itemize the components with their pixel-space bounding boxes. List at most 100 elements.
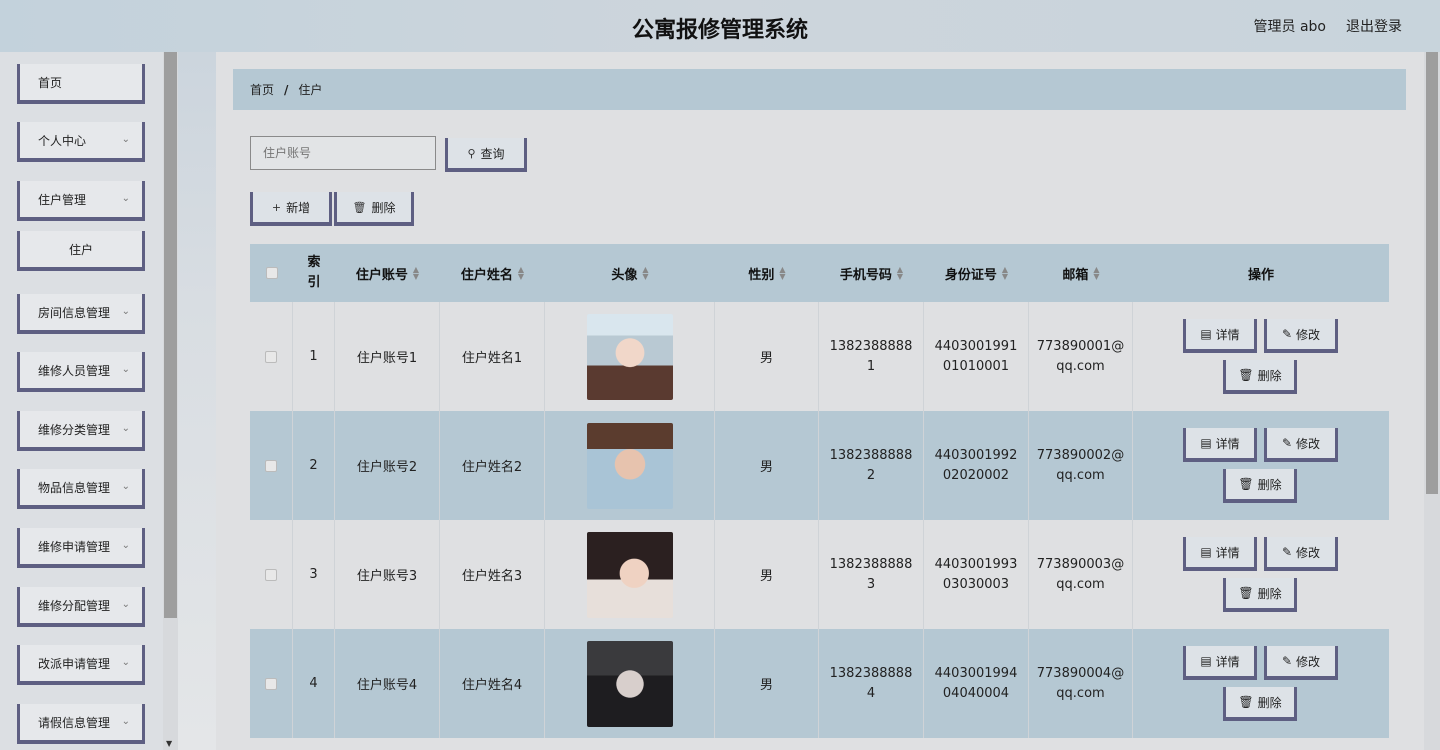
- sidebar-subitem-resident[interactable]: 住户: [17, 231, 145, 271]
- header-avatar[interactable]: 头像 ▲ ▼: [545, 244, 715, 302]
- sort-icon[interactable]: ▲ ▼: [1093, 266, 1099, 281]
- sidebar-item-label: 维修分配管理: [38, 598, 111, 613]
- row-id-card-cell: 440300199303030003: [924, 520, 1029, 629]
- sort-icon[interactable]: ▲ ▼: [413, 266, 419, 281]
- sidebar-item-reassign[interactable]: 改派申请管理 ⌄: [17, 645, 145, 685]
- row-name: 住户姓名2: [440, 411, 545, 520]
- sort-icon[interactable]: ▲ ▼: [518, 266, 524, 281]
- main-content: 首页 / 住户 ⚲ 查询 + 新增 🗑 删除 索引 住户账号 ▲▼ 住户姓名 ▲▼ …: [216, 52, 1424, 750]
- row-actions: ▤ 详情 ✎ 修改 🗑 删除: [1133, 629, 1389, 738]
- sidebar-item-home[interactable]: 首页: [17, 64, 145, 104]
- sort-icon[interactable]: ▲ ▼: [779, 266, 785, 281]
- header-phone-label: 手机号码: [839, 267, 892, 283]
- search-button[interactable]: ⚲ 查询: [445, 138, 527, 172]
- header-name[interactable]: 住户姓名 ▲ ▼: [440, 244, 545, 302]
- header-account[interactable]: 住户账号 ▲ ▼: [335, 244, 440, 302]
- scrollbar-thumb[interactable]: [1426, 52, 1438, 494]
- row-phone-cell: 13823888881: [819, 302, 924, 411]
- logout-link[interactable]: 退出登录: [1346, 16, 1402, 36]
- edit-button[interactable]: ✎ 修改: [1264, 646, 1338, 680]
- row-select: [250, 302, 293, 411]
- edit-button[interactable]: ✎ 修改: [1264, 428, 1338, 462]
- breadcrumb-home[interactable]: 首页: [250, 81, 274, 98]
- trash-icon: 🗑: [1238, 586, 1254, 600]
- pencil-icon: ✎: [1281, 327, 1293, 341]
- detail-label: 详情: [1215, 545, 1240, 560]
- detail-button[interactable]: ▤ 详情: [1183, 428, 1257, 462]
- row-delete-button[interactable]: 🗑 删除: [1223, 360, 1297, 394]
- table-row: 1 住户账号1 住户姓名1 男 13823888881 440300199101…: [250, 302, 1389, 411]
- header-gender[interactable]: 性别 ▲ ▼: [715, 244, 819, 302]
- sidebar-item-leave[interactable]: 请假信息管理 ⌄: [17, 704, 145, 744]
- sidebar-item-repair-assign[interactable]: 维修分配管理 ⌄: [17, 587, 145, 627]
- detail-button[interactable]: ▤ 详情: [1183, 319, 1257, 353]
- sidebar-item-rooms[interactable]: 房间信息管理 ⌄: [17, 294, 145, 334]
- batch-delete-button[interactable]: 🗑 删除: [334, 192, 414, 226]
- search-input[interactable]: [250, 136, 436, 170]
- row-name: 住户姓名4: [440, 629, 545, 738]
- avatar: [586, 313, 673, 400]
- document-icon: ▤: [1200, 654, 1212, 668]
- detail-button[interactable]: ▤ 详情: [1183, 646, 1257, 680]
- row-checkbox[interactable]: [265, 568, 277, 581]
- row-index: 3: [293, 520, 335, 629]
- header-id-card[interactable]: 身份证号 ▲ ▼: [924, 244, 1029, 302]
- scrollbar-thumb[interactable]: [164, 52, 177, 618]
- row-checkbox[interactable]: [265, 677, 277, 690]
- sort-icon[interactable]: ▲ ▼: [642, 266, 648, 281]
- delete-label: 删除: [1257, 477, 1282, 492]
- row-delete-button[interactable]: 🗑 删除: [1223, 578, 1297, 612]
- row-phone: 13823888883: [829, 556, 913, 592]
- sidebar-item-goods[interactable]: 物品信息管理 ⌄: [17, 469, 145, 509]
- sidebar-item-repair-category[interactable]: 维修分类管理 ⌄: [17, 411, 145, 451]
- chevron-down-icon: ⌄: [121, 599, 130, 610]
- row-actions: ▤ 详情 ✎ 修改 🗑 删除: [1133, 302, 1389, 411]
- row-avatar-cell: [545, 302, 715, 411]
- sidebar-item-label: 首页: [38, 75, 63, 90]
- page-scrollbar[interactable]: [1424, 52, 1440, 750]
- edit-button[interactable]: ✎ 修改: [1264, 319, 1338, 353]
- detail-button[interactable]: ▤ 详情: [1183, 537, 1257, 571]
- trash-icon: 🗑: [352, 200, 367, 214]
- sidebar-scrollbar[interactable]: ▼: [163, 52, 178, 750]
- sort-icon[interactable]: ▲ ▼: [897, 266, 903, 281]
- chevron-down-icon: ⌄: [121, 481, 130, 492]
- row-gender: 男: [715, 411, 819, 520]
- edit-button[interactable]: ✎ 修改: [1264, 537, 1338, 571]
- row-account: 住户账号3: [335, 520, 440, 629]
- document-icon: ▤: [1200, 436, 1212, 450]
- header-account-label: 住户账号: [355, 267, 408, 283]
- chevron-down-icon: ⌄: [121, 716, 130, 727]
- chevron-down-icon: ⌄: [121, 657, 130, 668]
- avatar: [586, 531, 673, 618]
- row-delete-button[interactable]: 🗑 删除: [1223, 687, 1297, 721]
- row-index: 4: [293, 629, 335, 738]
- row-checkbox[interactable]: [265, 350, 277, 363]
- header-email[interactable]: 邮箱 ▲ ▼: [1029, 244, 1133, 302]
- row-delete-button[interactable]: 🗑 删除: [1223, 469, 1297, 503]
- header-actions: 操作: [1133, 244, 1389, 302]
- header-index-label: 索引: [307, 255, 321, 290]
- chevron-down-icon: ⌄: [121, 193, 130, 204]
- row-action-group: ▤ 详情 ✎ 修改 🗑 删除: [1133, 520, 1389, 629]
- row-checkbox[interactable]: [265, 459, 277, 472]
- row-email-cell: 773890001@qq.com: [1029, 302, 1133, 411]
- sort-icon[interactable]: ▲ ▼: [1002, 266, 1008, 281]
- plus-icon: +: [271, 200, 282, 214]
- row-phone: 13823888884: [829, 665, 913, 701]
- select-all-checkbox[interactable]: [265, 267, 278, 279]
- sidebar-item-repair-staff[interactable]: 维修人员管理 ⌄: [17, 352, 145, 392]
- sidebar-item-profile[interactable]: 个人中心 ⌄: [17, 122, 145, 162]
- user-label[interactable]: 管理员 abo: [1254, 16, 1326, 36]
- sidebar-item-residents[interactable]: 住户管理 ⌄: [17, 181, 145, 221]
- row-id-card: 440300199303030003: [934, 556, 1018, 592]
- row-id-card: 440300199202020002: [934, 447, 1018, 483]
- header-phone[interactable]: 手机号码 ▲ ▼: [819, 244, 924, 302]
- chevron-down-icon: ⌄: [121, 540, 130, 551]
- scroll-down-arrow-icon[interactable]: ▼: [166, 739, 172, 748]
- sidebar-item-repair-request[interactable]: 维修申请管理 ⌄: [17, 528, 145, 568]
- row-email-cell: 773890003@qq.com: [1029, 520, 1133, 629]
- row-action-group: ▤ 详情 ✎ 修改 🗑 删除: [1133, 302, 1389, 411]
- add-button[interactable]: + 新增: [250, 192, 332, 226]
- row-account: 住户账号1: [335, 302, 440, 411]
